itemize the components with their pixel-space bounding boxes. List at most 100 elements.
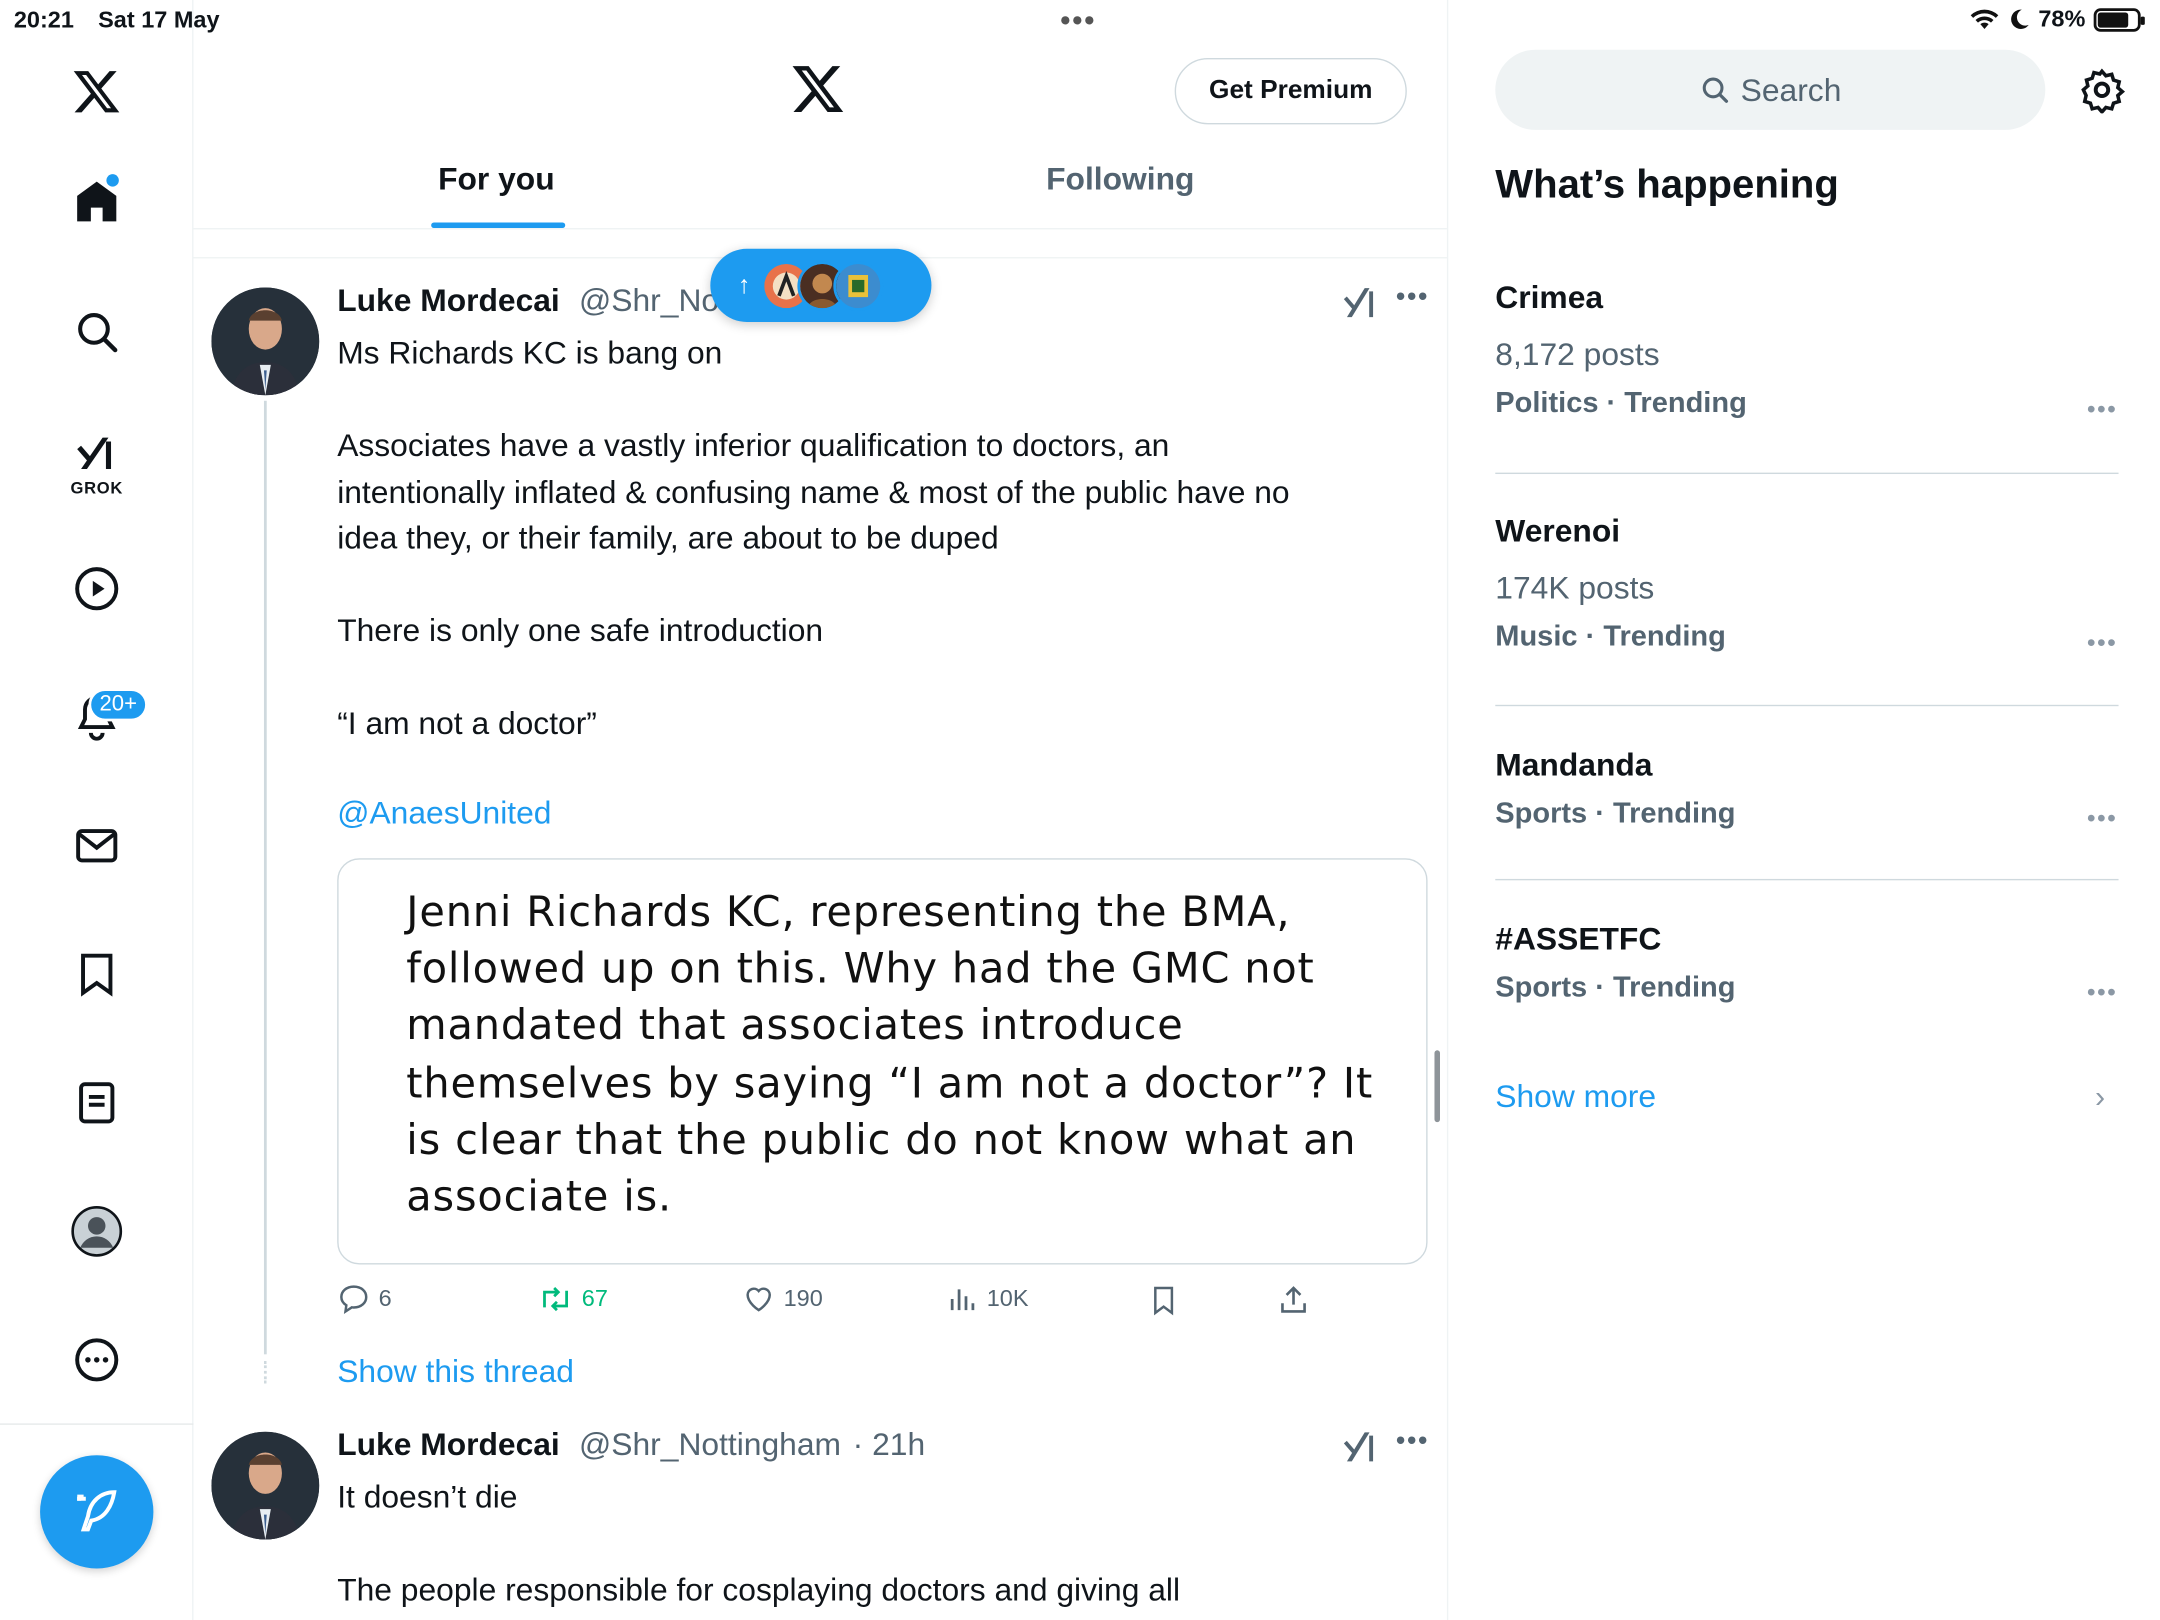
post-body: Ms Richards KC is bang on Associates hav… (337, 330, 1289, 747)
post-line (337, 377, 1289, 423)
post-more-options-icon[interactable]: ••• (1396, 1426, 1429, 1458)
trend-name: Mandanda (1495, 746, 1653, 783)
search-input[interactable]: Search (1495, 49, 2046, 130)
post-timestamp[interactable]: · 21h (853, 1426, 925, 1463)
search-icon (1702, 77, 1728, 103)
trend-post-count: 8,172 posts (1495, 335, 1660, 372)
notifications-badge: 20+ (88, 688, 149, 722)
home-unread-dot (106, 174, 119, 187)
get-premium-button[interactable]: Get Premium (1174, 58, 1407, 125)
explore-search-icon[interactable] (61, 296, 133, 368)
compose-post-button[interactable] (40, 1455, 154, 1569)
thread-connector (263, 400, 267, 1355)
pill-avatar (833, 260, 884, 311)
trend-divider (1495, 704, 2119, 707)
media-line: mandated that associates introduce (406, 1002, 1184, 1051)
trend-category: Music · Trending (1495, 620, 1726, 653)
post-media-image[interactable]: Jenni Richards KC, representing the BMA,… (337, 858, 1428, 1265)
views-button[interactable]: 10K (945, 1282, 1029, 1315)
post-author-name[interactable]: Luke Mordecai (337, 1426, 560, 1463)
settings-gear-icon[interactable] (2078, 66, 2126, 120)
post-line: There is only one safe introduction (337, 612, 824, 649)
post-actions-bar: 6 67 190 10K (337, 1282, 1429, 1323)
repost-icon (543, 1287, 568, 1312)
trend-item[interactable]: Mandanda Sports · Trending ••• (1495, 746, 2117, 833)
header-x-logo-icon (790, 61, 845, 123)
show-thread-link[interactable]: Show this thread (337, 1353, 574, 1390)
post-author-handle[interactable]: @Shr_No (579, 282, 719, 319)
grok-explain-icon[interactable] (1341, 1428, 1380, 1474)
trend-category: Sports · Trending (1495, 797, 1736, 830)
trend-item[interactable]: Crimea 8,172 posts Politics · Trending •… (1495, 279, 2117, 423)
chevron-right-icon: › (2095, 1079, 2106, 1114)
trend-more-icon[interactable]: ••• (2087, 629, 2117, 658)
trend-more-icon[interactable]: ••• (2087, 978, 2117, 1007)
like-button[interactable]: 190 (742, 1282, 823, 1315)
media-line: associate is. (406, 1173, 673, 1222)
repost-count: 67 (581, 1285, 608, 1312)
scrollbar[interactable] (1434, 1050, 1441, 1123)
trend-category: Politics · Trending (1495, 386, 1747, 419)
grok-explain-icon[interactable] (1341, 283, 1380, 329)
mention-link[interactable]: @AnaesUnited (337, 795, 551, 832)
post-line: It doesn’t die (337, 1478, 518, 1515)
messages-mail-icon[interactable] (61, 810, 133, 882)
trend-more-icon[interactable]: ••• (2087, 804, 2117, 833)
trend-category: Sports · Trending (1495, 971, 1736, 1004)
trend-item[interactable]: #ASSETFC Sports · Trending ••• (1495, 920, 2117, 1007)
views-count: 10K (986, 1285, 1029, 1312)
bookmark-icon (1154, 1286, 1174, 1316)
whats-happening-heading: What’s happening (1495, 163, 1839, 208)
views-chart-icon (950, 1289, 975, 1311)
video-play-icon[interactable] (61, 553, 133, 625)
tabs-divider (193, 228, 1447, 230)
lists-document-icon[interactable] (61, 1067, 133, 1139)
post-author-name[interactable]: Luke Mordecai (337, 282, 560, 319)
home-icon[interactable] (61, 166, 133, 238)
trend-item[interactable]: Werenoi 174K posts Music · Trending ••• (1495, 513, 2117, 657)
bookmark-post-button[interactable] (1147, 1282, 1180, 1318)
x-logo-icon[interactable] (61, 55, 133, 127)
reply-count: 6 (378, 1285, 392, 1312)
media-line: themselves by saying “I am not a doctor”… (406, 1059, 1374, 1108)
post-more-options-icon[interactable]: ••• (1396, 282, 1429, 314)
grok-label: GROK (70, 478, 123, 498)
share-button[interactable] (1277, 1282, 1310, 1318)
post-line: “I am not a doctor” (337, 704, 597, 741)
author-avatar[interactable] (211, 1431, 320, 1540)
trend-name: #ASSETFC (1495, 920, 1662, 957)
heart-icon (746, 1287, 771, 1312)
media-line: Jenni Richards KC, representing the BMA, (406, 888, 1291, 937)
show-more-link[interactable]: Show more (1495, 1078, 1656, 1115)
repost-button[interactable]: 67 (538, 1282, 608, 1315)
trend-divider (1495, 472, 2119, 475)
trend-divider (1495, 878, 2119, 881)
post-line: The people responsible for cosplaying do… (337, 1571, 1181, 1608)
media-line: is clear that the public do not know wha… (406, 1116, 1357, 1165)
trend-post-count: 174K posts (1495, 569, 1655, 606)
left-navigation: GROK 20+ (0, 0, 194, 1620)
post-body: It doesn’t die The people responsible fo… (337, 1475, 1180, 1614)
thread-ellipsis (263, 1361, 267, 1384)
post-line: Ms Richards KC is bang on (337, 334, 723, 371)
post-line: Associates have a vastly inferior qualif… (337, 427, 1170, 463)
timeline-column: Get Premium For you Following Luke Morde… (193, 0, 1449, 1620)
profile-avatar-icon[interactable] (61, 1195, 133, 1267)
share-icon (1281, 1286, 1306, 1313)
trend-more-icon[interactable]: ••• (2087, 395, 2117, 424)
author-avatar[interactable] (211, 287, 320, 396)
tab-for-you[interactable]: For you (438, 160, 555, 197)
reply-button[interactable]: 6 (337, 1282, 392, 1315)
bookmarks-icon[interactable] (61, 938, 133, 1010)
post-line (337, 654, 1289, 700)
like-count: 190 (783, 1285, 823, 1312)
tab-following[interactable]: Following (1046, 160, 1194, 197)
post-author-handle[interactable]: @Shr_Nottingham (579, 1426, 841, 1463)
post-line: idea they, or their family, are about to… (337, 519, 999, 556)
new-posts-pill-button[interactable]: ↑ (710, 248, 932, 322)
sidebar: Search What’s happening Crimea 8,172 pos… (1448, 0, 2160, 1620)
more-options-circle-icon[interactable] (61, 1324, 133, 1396)
post-line (337, 562, 1289, 608)
compose-feather-icon (77, 1490, 117, 1532)
trend-name: Crimea (1495, 279, 1604, 316)
